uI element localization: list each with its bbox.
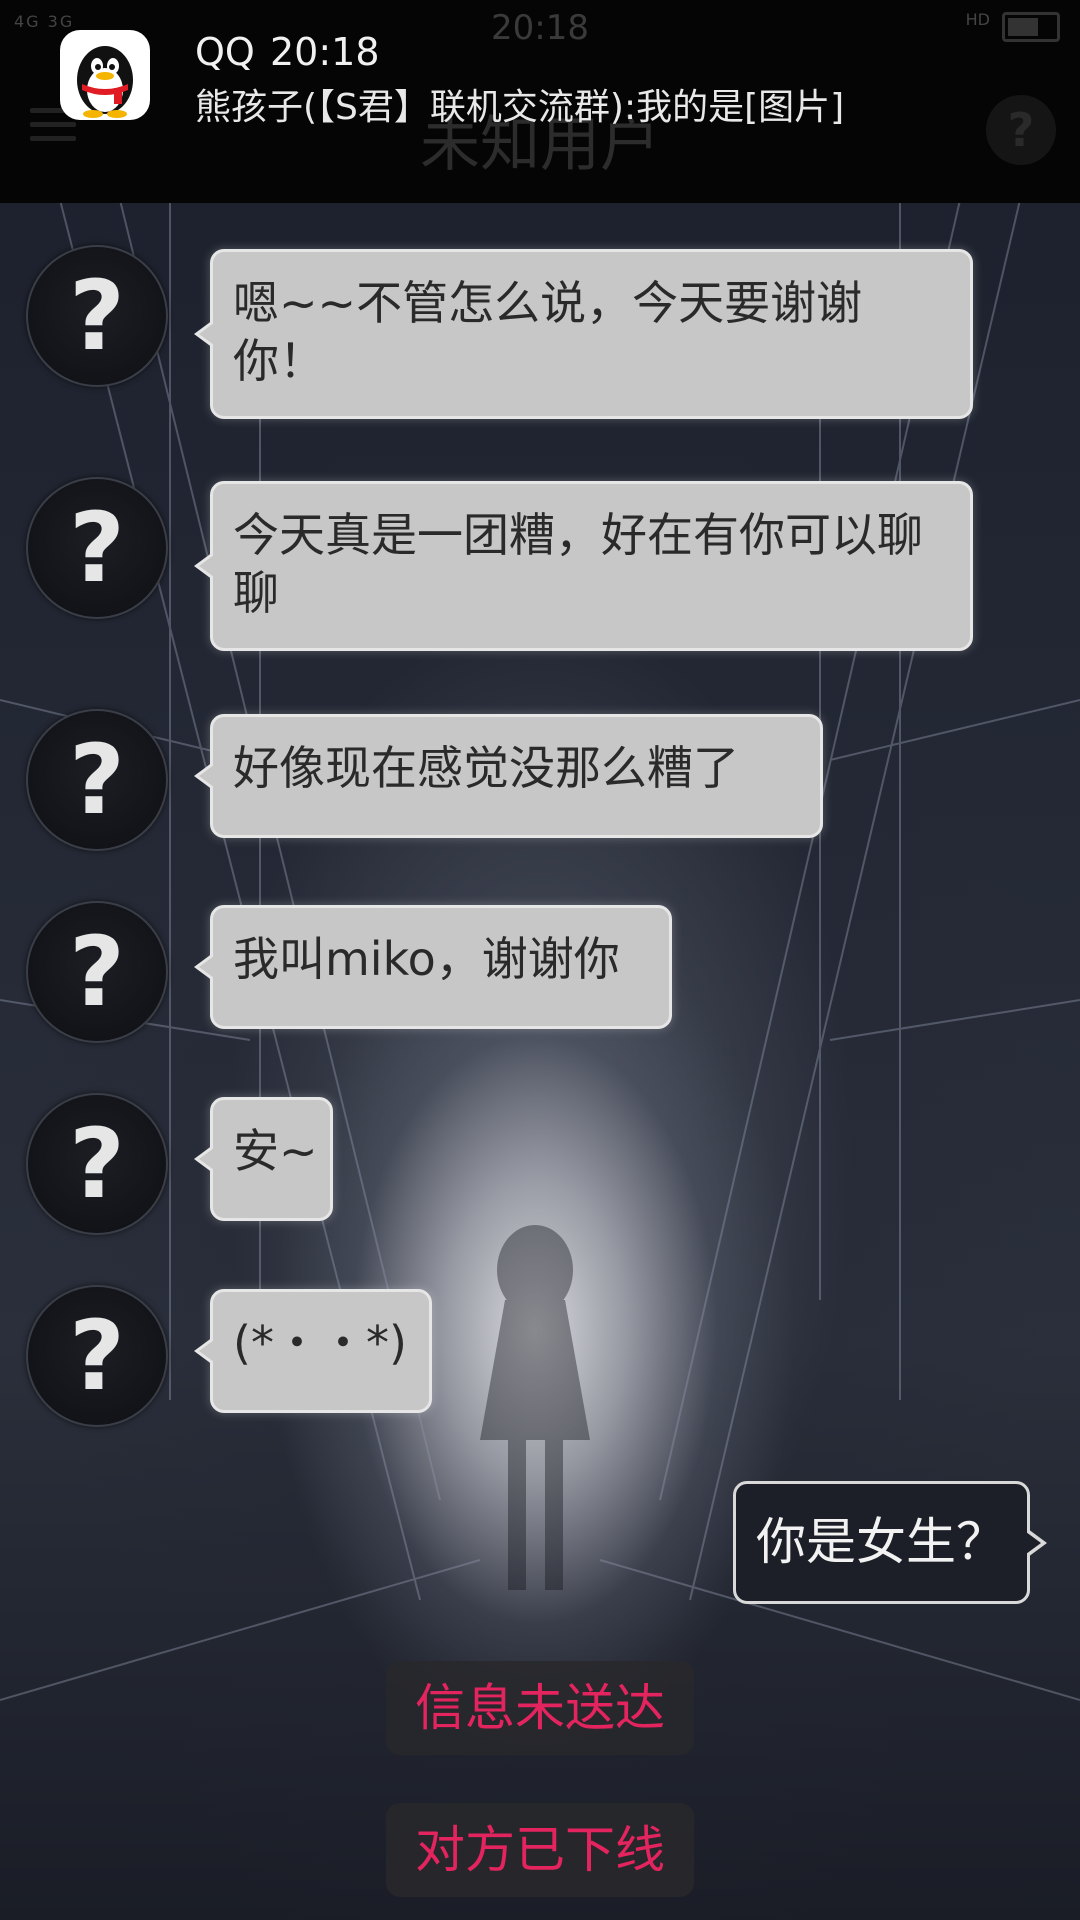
outgoing-message: 你是女生？ [733,1481,1047,1604]
contact-avatar[interactable]: ? [26,1285,168,1427]
incoming-message: 今天真是一团糟，好在有你可以聊聊 [194,481,973,651]
incoming-message: 好像现在感觉没那么糟了 [194,714,823,838]
contact-avatar[interactable]: ? [26,709,168,851]
notification-time: 20:18 [270,30,380,74]
qq-notification[interactable]: QQ 20:18 熊孩子(【S君】联机交流群):我的是[图片] [0,0,1080,150]
message-not-delivered-notice: 信息未送达 [386,1661,694,1755]
contact-offline-notice: 对方已下线 [386,1803,694,1897]
contact-avatar[interactable]: ? [26,477,168,619]
notification-message: 熊孩子(【S君】联机交流群):我的是[图片] [195,87,845,128]
contact-avatar[interactable]: ? [26,1093,168,1235]
incoming-message: 我叫miko，谢谢你 [194,905,672,1029]
contact-avatar[interactable]: ? [26,901,168,1043]
incoming-message: 安~ [194,1097,333,1221]
contact-avatar[interactable]: ? [26,245,168,387]
notification-app-name: QQ [195,30,255,74]
qq-penguin-icon [60,30,150,120]
incoming-message: (*・・*) [194,1289,432,1413]
incoming-message: 嗯~~不管怎么说，今天要谢谢你！ [194,249,973,419]
